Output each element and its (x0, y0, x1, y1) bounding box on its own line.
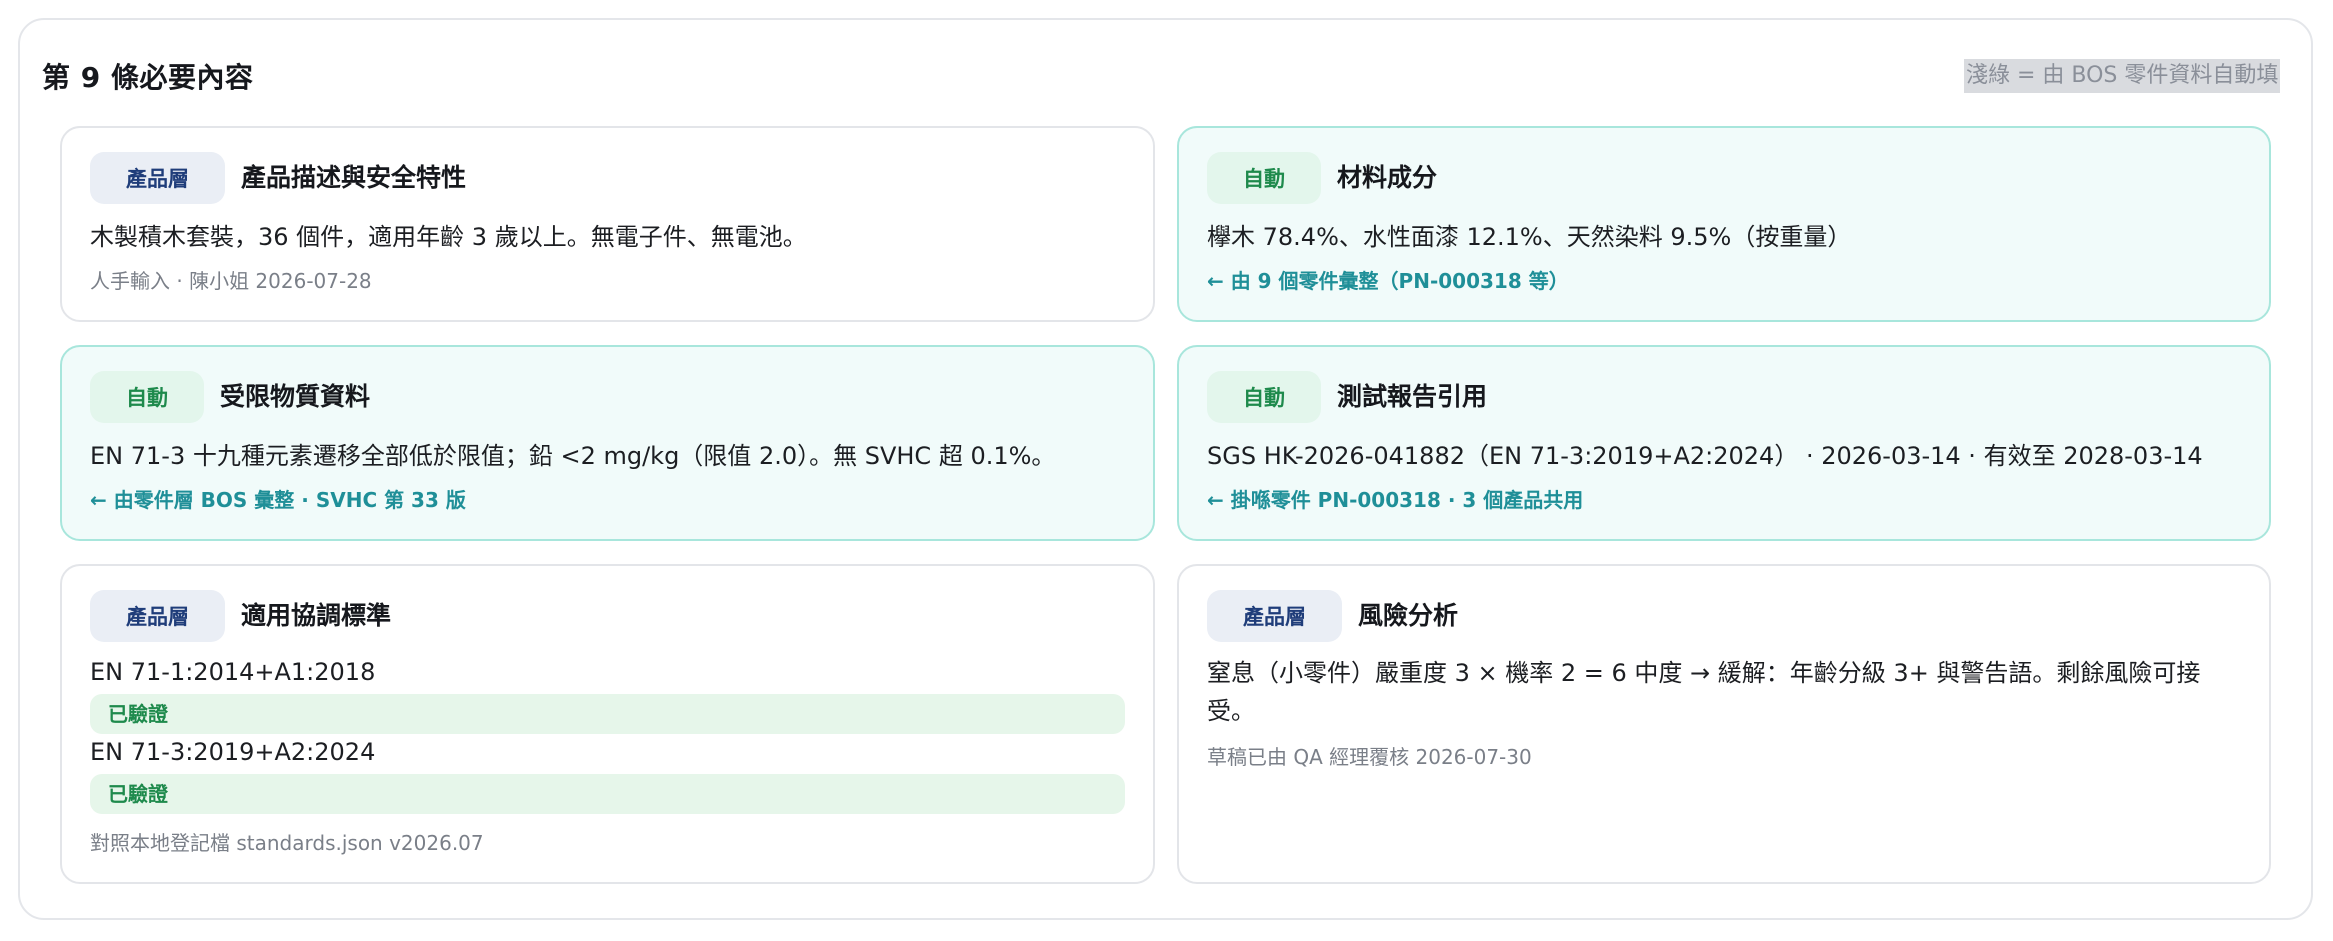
verified-status: 已驗證 (90, 694, 1125, 734)
material-composition-text: 欅木 78.4%、水性面漆 12.1%、天然染料 9.5%（按重量） (1207, 223, 1852, 251)
product-description-text: 木製積木套裝，36 個件，適用年齡 3 歲以上。無電子件、無電池。 (90, 223, 807, 251)
test-report-text: SGS HK-2026-041882（EN 71-3:2019+A2:2024）… (1207, 442, 2203, 470)
bos-source-link[interactable]: ← 由零件層 BOS 彙整 · SVHC 第 33 版 (90, 485, 466, 515)
linked-part-link[interactable]: ← 掛喺零件 PN-000318 · 3 個產品共用 (1207, 485, 1583, 515)
auto-fill-legend: 淺綠 = 由 BOS 零件資料自動填 (1964, 59, 2281, 93)
auto-badge: 自動 (1207, 371, 1321, 423)
product-layer-badge: 產品層 (1207, 590, 1342, 642)
qa-review-meta: 草稿已由 QA 經理覆核 2026-07-30 (1207, 745, 1532, 769)
card-risk-analysis[interactable]: 產品層 風險分析 窒息（小零件）嚴重度 3 × 機率 2 = 6 中度 → 緩解… (1177, 564, 2271, 884)
card-test-report[interactable]: 自動 測試報告引用 SGS HK-2026-041882（EN 71-3:201… (1177, 345, 2271, 541)
verified-status: 已驗證 (90, 774, 1125, 814)
manual-entry-meta: 人手輸入 · 陳小姐 2026-07-28 (90, 269, 372, 293)
standard-name: EN 71-1:2014+A1:2018 (90, 658, 376, 686)
card-material-composition[interactable]: 自動 材料成分 欅木 78.4%、水性面漆 12.1%、天然染料 9.5%（按重… (1177, 126, 2271, 322)
card-harmonised-standards[interactable]: 產品層 適用協調標準 EN 71-1:2014+A1:2018 已驗證 EN 7… (60, 564, 1155, 884)
card-title: 測試報告引用 (1337, 382, 1488, 411)
restricted-substances-text: EN 71-3 十九種元素遷移全部低於限值；鉛 <2 mg/kg（限值 2.0）… (90, 442, 1056, 470)
standards-registry-meta: 對照本地登記檔 standards.json v2026.07 (90, 831, 484, 855)
card-restricted-substances[interactable]: 自動 受限物質資料 EN 71-3 十九種元素遷移全部低於限值；鉛 <2 mg/… (60, 345, 1155, 541)
product-layer-badge: 產品層 (90, 152, 225, 204)
standard-name: EN 71-3:2019+A2:2024 (90, 738, 376, 766)
product-layer-badge: 產品層 (90, 590, 225, 642)
standard-item: EN 71-3:2019+A2:2024 已驗證 (90, 734, 1125, 814)
risk-analysis-text: 窒息（小零件）嚴重度 3 × 機率 2 = 6 中度 → 緩解：年齡分級 3+ … (1207, 659, 2201, 725)
card-title: 適用協調標準 (241, 601, 392, 630)
card-title: 產品描述與安全特性 (241, 163, 467, 192)
standard-item: EN 71-1:2014+A1:2018 已驗證 (90, 654, 1125, 734)
panel-title: 第 9 條必要內容 (42, 61, 254, 94)
card-product-description[interactable]: 產品層 產品描述與安全特性 木製積木套裝，36 個件，適用年齡 3 歲以上。無電… (60, 126, 1155, 322)
card-title: 材料成分 (1337, 163, 1438, 192)
auto-badge: 自動 (90, 371, 204, 423)
auto-badge: 自動 (1207, 152, 1321, 204)
source-parts-link[interactable]: ← 由 9 個零件彙整（PN-000318 等） (1207, 266, 1569, 296)
card-title: 風險分析 (1358, 601, 1459, 630)
card-title: 受限物質資料 (220, 382, 371, 411)
